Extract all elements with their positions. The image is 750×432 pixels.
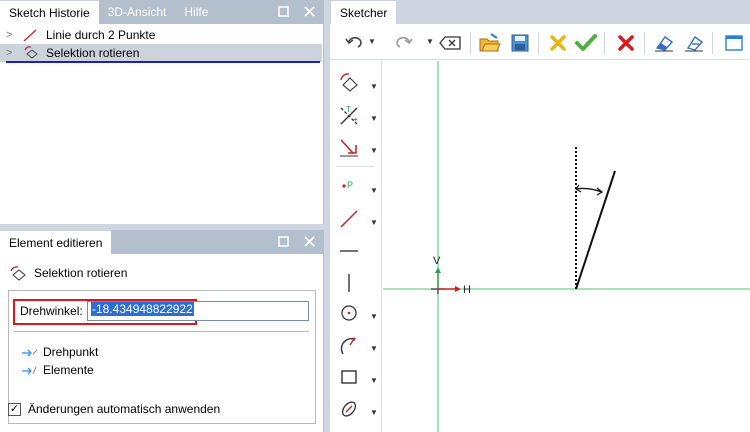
toolbar-separator [644, 32, 645, 54]
edit-title-label: Selektion rotieren [34, 266, 128, 280]
chevron-down-icon[interactable]: ▼ [426, 37, 434, 47]
apply-check-icon[interactable] [574, 31, 598, 55]
edit-panel: Element editieren Selektion rotieren Dre… [0, 230, 324, 432]
history-item[interactable]: > Linie durch 2 Punkte [0, 26, 322, 44]
sketcher-toolbar: ▼ ▼ [330, 26, 750, 60]
open-folder-icon[interactable] [478, 31, 502, 55]
auto-apply-label: Änderungen automatisch anwenden [28, 402, 221, 416]
toolbar-separator [470, 32, 471, 54]
extend-icon[interactable] [336, 134, 362, 160]
sketcher-side-toolbar: ▼ T + ▼ ▼ P ▼ ▼ ▼ ▼ ▼ ▼ [330, 60, 382, 432]
svg-text:+: + [353, 115, 358, 124]
chevron-down-icon[interactable]: ▼ [370, 218, 378, 227]
close-icon[interactable] [300, 232, 318, 250]
history-panel: Sketch Historie 3D-Ansicht Hilfe > Linie… [0, 0, 324, 224]
redo-icon[interactable] [392, 31, 416, 55]
horizontal-line-icon[interactable] [336, 238, 362, 264]
chevron-down-icon[interactable]: ▼ [370, 408, 378, 417]
toolbar-separator [604, 32, 605, 54]
line-icon [22, 28, 38, 42]
save-icon[interactable] [508, 31, 532, 55]
cancel-yellow-x-icon[interactable] [546, 31, 570, 55]
undo-icon[interactable] [342, 31, 366, 55]
pick-arrow-icon [21, 346, 39, 364]
clear-icon[interactable] [438, 31, 462, 55]
chevron-down-icon[interactable]: ▼ [370, 312, 378, 321]
history-list: > Linie durch 2 Punkte > Selektion rotie… [0, 26, 322, 62]
toolbar-separator [538, 32, 539, 54]
rotate-selection-icon [8, 266, 28, 287]
point-icon[interactable]: P [336, 174, 362, 200]
line-icon[interactable] [336, 206, 362, 232]
circle-icon[interactable] [336, 300, 362, 326]
restore-icon[interactable] [274, 2, 292, 20]
pick-arrow-icon [21, 364, 39, 382]
chevron-down-icon[interactable]: ▼ [370, 114, 378, 123]
arc-icon[interactable] [336, 332, 362, 358]
svg-text:T: T [346, 105, 351, 114]
toolbar-separator [336, 166, 374, 167]
tab-element-editieren[interactable]: Element editieren [0, 230, 112, 254]
axis-v-label: V [433, 255, 441, 267]
chevron-down-icon[interactable]: ▼ [368, 37, 376, 47]
tab-3d-ansicht[interactable]: 3D-Ansicht [98, 0, 176, 24]
chevron-down-icon[interactable]: ▼ [370, 344, 378, 353]
chevron-down-icon[interactable]: ▼ [370, 186, 378, 195]
checkbox-checked-icon[interactable]: ✓ [8, 403, 21, 416]
selection-indicator-line [6, 61, 320, 63]
history-item-selected[interactable]: > Selektion rotieren [0, 44, 322, 62]
tab-sketcher[interactable]: Sketcher [330, 0, 398, 24]
rectangle-icon[interactable] [336, 364, 362, 390]
restore-icon[interactable] [274, 232, 292, 250]
rotate-selection-icon [22, 46, 38, 60]
toolbar-separator [712, 32, 713, 54]
close-icon[interactable] [300, 2, 318, 20]
sketch-canvas-svg: V H [383, 61, 750, 432]
erase-all-icon[interactable] [682, 31, 706, 55]
slot-icon[interactable] [336, 396, 362, 422]
angle-value: -18.434948822922 [91, 302, 194, 316]
angle-input[interactable]: -18.434948822922 [87, 301, 309, 321]
sketcher-tabbar: Sketcher [330, 0, 750, 24]
chevron-down-icon[interactable]: ▼ [370, 376, 378, 385]
angle-label: Drehwinkel: [20, 304, 83, 318]
sketcher-panel: Sketcher ▼ ▼ ▼ T + ▼ ▼ P ▼ ▼ ▼ ▼ ▼ ▼ V H [330, 0, 750, 432]
tab-sketch-historie[interactable]: Sketch Historie [0, 0, 99, 24]
link-label: Drehpunkt [43, 345, 99, 359]
link-label: Elemente [43, 363, 94, 377]
window-icon[interactable] [722, 31, 746, 55]
chevron-down-icon[interactable]: ▼ [370, 146, 378, 155]
divider [13, 331, 309, 332]
trim-icon[interactable]: T + [336, 102, 362, 128]
tab-hilfe[interactable]: Hilfe [175, 0, 218, 24]
chevron-down-icon[interactable]: ▼ [370, 82, 378, 91]
close-red-x-icon[interactable] [614, 31, 638, 55]
vertical-line-icon[interactable] [336, 270, 362, 296]
sketch-canvas[interactable]: V H [383, 61, 750, 432]
rotate-selection-icon[interactable] [336, 70, 362, 96]
history-item-label: Linie durch 2 Punkte [46, 28, 156, 42]
axis-h-label: H [463, 284, 471, 296]
svg-text:P: P [347, 180, 353, 190]
eraser-icon[interactable] [652, 31, 676, 55]
history-item-label: Selektion rotieren [46, 46, 140, 60]
chevron-right-icon[interactable]: > [6, 44, 12, 62]
chevron-right-icon[interactable]: > [6, 26, 12, 44]
